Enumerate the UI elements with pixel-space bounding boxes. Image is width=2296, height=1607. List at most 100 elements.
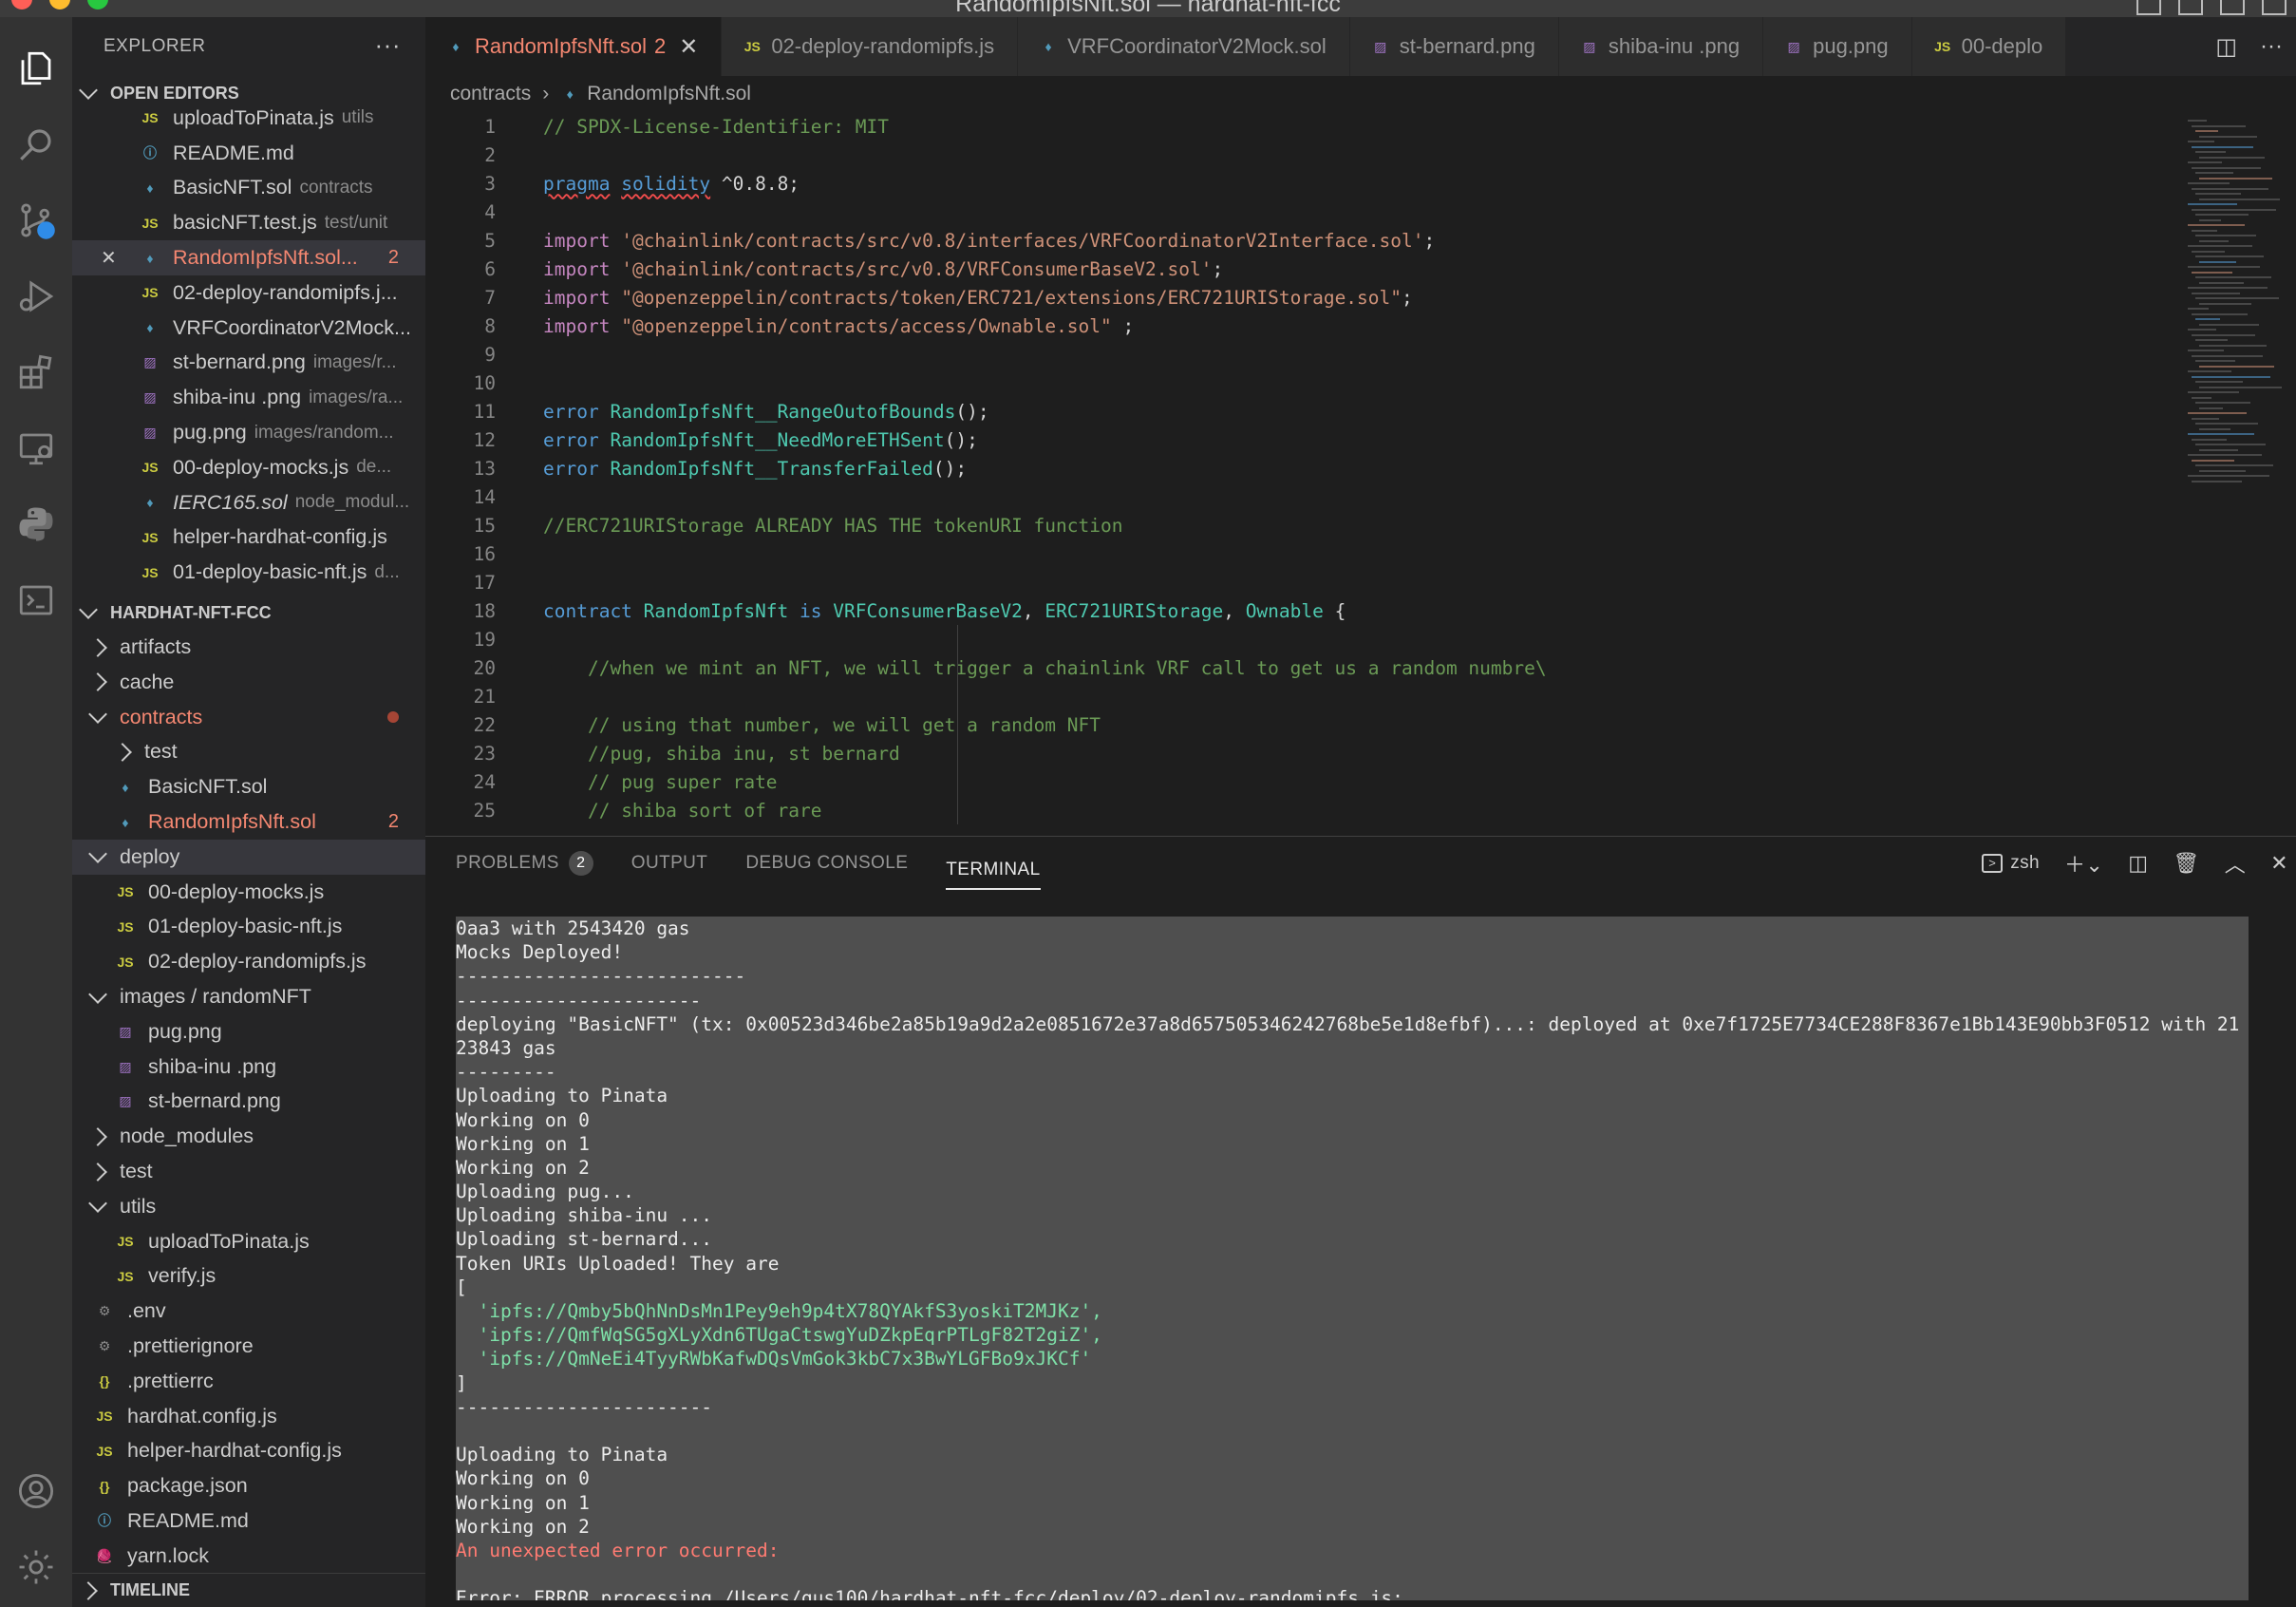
- toggle-secondary-sidebar-icon[interactable]: [2220, 0, 2245, 15]
- open-editor-item[interactable]: JS 02-deploy-randomipfs.j...: [72, 275, 425, 311]
- minimap-line: [2192, 187, 2268, 190]
- folder-item[interactable]: deploy: [72, 839, 425, 875]
- close-icon[interactable]: ✕: [101, 246, 117, 270]
- project-section[interactable]: HARDHAT-NFT-FCC: [72, 596, 425, 630]
- code-editor[interactable]: 1// SPDX-License-Identifier: MIT 2 3 pragma…: [425, 112, 2296, 836]
- source-control-icon[interactable]: [0, 184, 72, 256]
- terminal-output[interactable]: 0aa3 with 2543420 gas Mocks Deployed! ----…: [456, 917, 2249, 1600]
- open-editor-item[interactable]: ▨ shiba-inu .png images/ra...: [72, 380, 425, 415]
- customize-layout-icon[interactable]: [2262, 0, 2287, 15]
- breadcrumb-folder[interactable]: contracts: [450, 83, 531, 105]
- open-editor-item[interactable]: JS 00-deploy-mocks.js de...: [72, 450, 425, 485]
- timeline-section[interactable]: TIMELINE: [72, 1573, 425, 1607]
- js-file-icon: JS: [141, 110, 159, 126]
- close-icon[interactable]: ✕: [679, 33, 698, 61]
- open-editor-item[interactable]: ▨ st-bernard.png images/r...: [72, 346, 425, 381]
- folder-item[interactable]: test: [72, 735, 425, 770]
- editor-tab[interactable]: JS 00-deplo: [1911, 17, 2067, 76]
- explorer-icon[interactable]: [0, 32, 72, 104]
- file-item[interactable]: JS 01-deploy-basic-nft.js: [72, 910, 425, 945]
- panel-tab[interactable]: PROBLEMS 2: [456, 837, 593, 890]
- open-editor-item[interactable]: ▨ pug.png images/random...: [72, 415, 425, 450]
- search-icon[interactable]: [0, 108, 72, 180]
- minimap[interactable]: [2182, 112, 2296, 836]
- file-item[interactable]: JS uploadToPinata.js: [72, 1224, 425, 1259]
- python-icon[interactable]: [0, 488, 72, 560]
- js-file-icon: JS: [141, 460, 159, 476]
- editor-tab[interactable]: ▨ st-bernard.png: [1349, 17, 1559, 76]
- folder-item[interactable]: images / randomNFT: [72, 979, 425, 1014]
- toggle-panel-icon[interactable]: [2178, 0, 2203, 15]
- open-editor-item[interactable]: JS basicNFT.test.js test/unit: [72, 205, 425, 240]
- file-item[interactable]: ♦ BasicNFT.sol: [72, 769, 425, 804]
- file-item[interactable]: ⚙ .prettierignore: [72, 1329, 425, 1364]
- file-item[interactable]: JS hardhat.config.js: [72, 1399, 425, 1434]
- extensions-icon[interactable]: [0, 336, 72, 408]
- file-item[interactable]: JS 00-deploy-mocks.js: [72, 875, 425, 910]
- terminal-view-icon[interactable]: [0, 564, 72, 636]
- breadcrumb-file[interactable]: RandomIpfsNft.sol: [587, 83, 751, 105]
- line-number: 13: [473, 457, 496, 480]
- file-name: .prettierignore: [127, 1333, 254, 1357]
- file-item[interactable]: ▨ pug.png: [72, 1014, 425, 1049]
- open-editor-item[interactable]: ♦ BasicNFT.sol contracts: [72, 171, 425, 206]
- split-editor-icon[interactable]: ◫: [2215, 33, 2237, 61]
- remote-explorer-icon[interactable]: [0, 412, 72, 484]
- open-editor-item[interactable]: ✕ ♦ RandomIpfsNft.sol... 2: [72, 240, 425, 275]
- editor-tab[interactable]: ♦ VRFCoordinatorV2Mock.sol: [1018, 17, 1350, 76]
- folder-item[interactable]: artifacts: [72, 630, 425, 665]
- run-debug-icon[interactable]: [0, 260, 72, 332]
- close-panel-icon[interactable]: ✕: [2270, 851, 2288, 876]
- terminal-line: Uploading to Pinata: [456, 1085, 668, 1107]
- folder-item[interactable]: utils: [72, 1189, 425, 1224]
- maximize-panel-chevron-up-icon[interactable]: ︿: [2225, 848, 2246, 879]
- open-editor-item[interactable]: ♦ IERC165.sol node_modul...: [72, 485, 425, 520]
- file-name: uploadToPinata.js: [173, 105, 334, 129]
- file-path: contracts: [299, 177, 373, 198]
- file-item[interactable]: ▨ st-bernard.png: [72, 1085, 425, 1120]
- panel-tab[interactable]: DEBUG CONSOLE: [745, 837, 908, 890]
- minimap-line: [2199, 260, 2236, 263]
- js-file-icon: JS: [117, 1234, 134, 1250]
- panel-tab[interactable]: TERMINAL: [946, 852, 1041, 890]
- file-item[interactable]: JS 02-deploy-randomipfs.js: [72, 944, 425, 979]
- editor-tab[interactable]: ♦ RandomIpfsNft.sol 2 ✕: [425, 17, 723, 76]
- file-item[interactable]: ♦ RandomIpfsNft.sol 2: [72, 804, 425, 840]
- toggle-sidebar-icon[interactable]: [2136, 0, 2161, 15]
- open-editor-item[interactable]: JS helper-hardhat-config.js: [72, 520, 425, 556]
- open-editor-item[interactable]: JS uploadToPinata.js utils: [72, 101, 425, 136]
- terminal-shell-selector[interactable]: > zsh: [1982, 853, 2040, 874]
- folder-item[interactable]: cache: [72, 665, 425, 700]
- minimap-line: [2188, 161, 2222, 163]
- editor-tab[interactable]: ▨ shiba-inu .png: [1558, 17, 1764, 76]
- file-item[interactable]: ⓘ README.md: [72, 1503, 425, 1539]
- minimap-line: [2199, 448, 2238, 451]
- folder-item[interactable]: node_modules: [72, 1119, 425, 1154]
- file-item[interactable]: {} package.json: [72, 1468, 425, 1503]
- chevron-down-icon: [79, 600, 98, 620]
- file-item[interactable]: 🧶 yarn.lock: [72, 1539, 425, 1574]
- minimap-line: [2199, 469, 2246, 472]
- folder-item[interactable]: test: [72, 1154, 425, 1189]
- file-item[interactable]: JS helper-hardhat-config.js: [72, 1433, 425, 1468]
- file-item[interactable]: {} .prettierrc: [72, 1364, 425, 1399]
- accounts-icon[interactable]: [0, 1455, 72, 1527]
- open-editor-item[interactable]: ♦ VRFCoordinatorV2Mock...: [72, 311, 425, 346]
- folder-item[interactable]: contracts: [72, 700, 425, 735]
- file-item[interactable]: JS verify.js: [72, 1259, 425, 1295]
- open-editor-item[interactable]: ⓘ README.md: [72, 136, 425, 171]
- more-actions-icon[interactable]: ···: [375, 30, 401, 60]
- new-terminal-plus-icon[interactable]: ＋⌄: [2064, 848, 2103, 879]
- panel-tab[interactable]: OUTPUT: [631, 837, 708, 890]
- kill-terminal-trash-icon[interactable]: 🗑: [2173, 851, 2199, 876]
- editor-tab[interactable]: ▨ pug.png: [1763, 17, 1912, 76]
- file-item[interactable]: ⚙ .env: [72, 1294, 425, 1329]
- open-editor-item[interactable]: JS 01-deploy-basic-nft.js d...: [72, 555, 425, 590]
- manage-gear-icon[interactable]: [0, 1531, 72, 1603]
- split-terminal-icon[interactable]: ◫: [2128, 851, 2148, 876]
- more-actions-icon[interactable]: ···: [2260, 33, 2283, 60]
- file-item[interactable]: ▨ shiba-inu .png: [72, 1049, 425, 1085]
- editor-tab[interactable]: JS 02-deploy-randomipfs.js: [722, 17, 1019, 76]
- code-token: import: [543, 257, 611, 280]
